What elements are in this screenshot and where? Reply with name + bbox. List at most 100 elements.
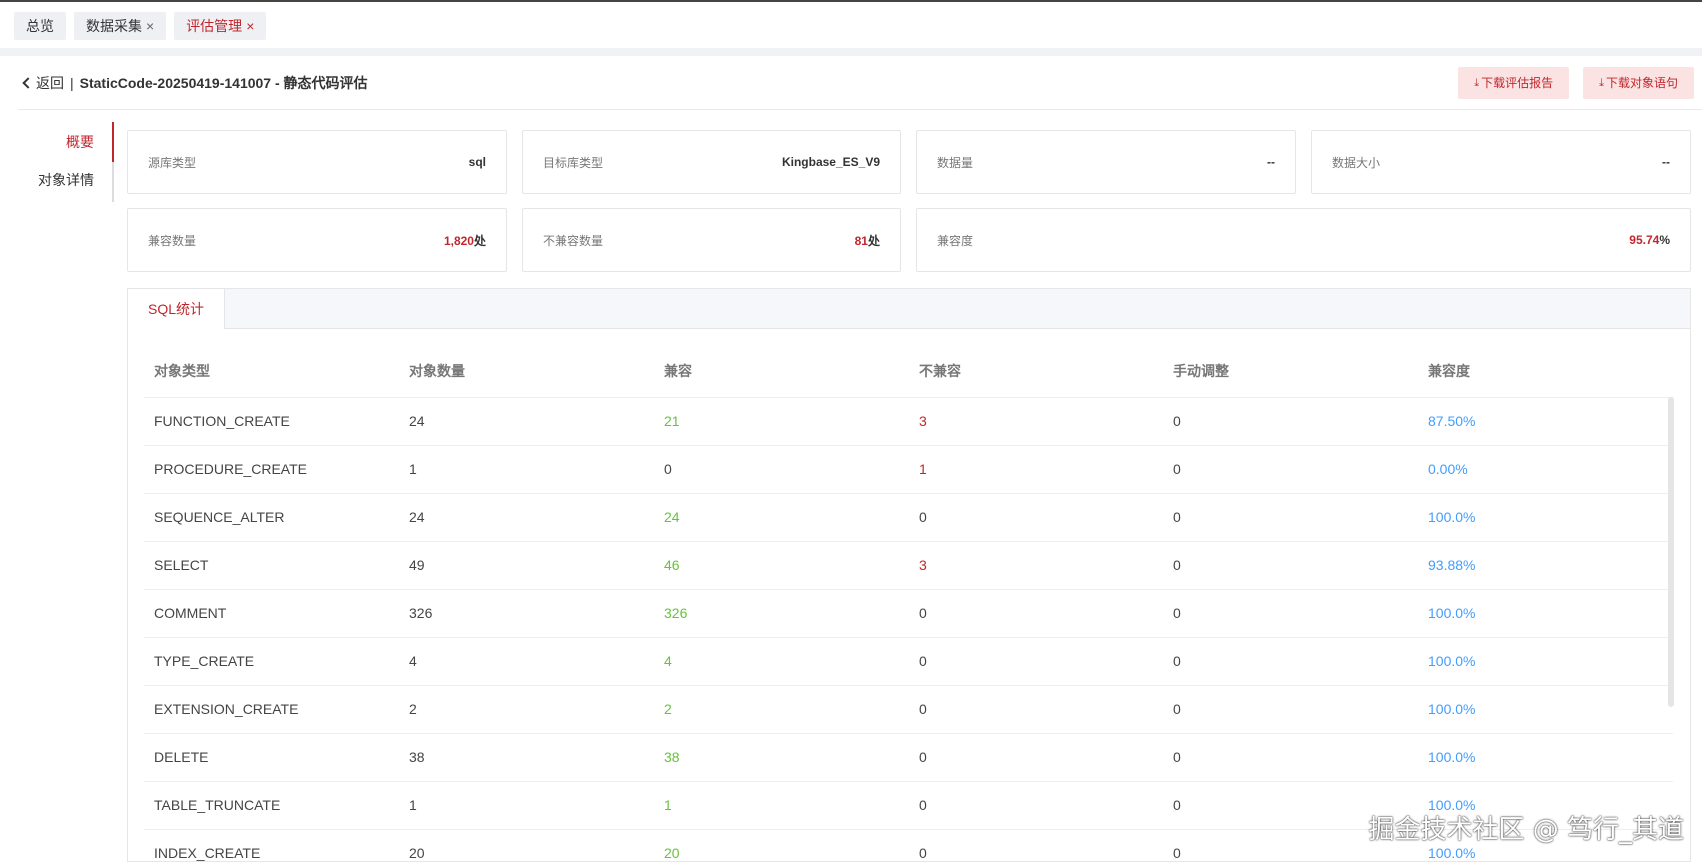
column-header-manual: 手动调整: [1163, 345, 1418, 398]
back-button[interactable]: 返回: [22, 73, 64, 93]
cell-count: 49: [399, 541, 654, 590]
top-tab-bar: 总览 数据采集 × 评估管理 ×: [0, 0, 1702, 48]
cell-rate: 93.88%: [1418, 541, 1673, 590]
card-value: --: [1267, 155, 1275, 169]
chevron-left-icon: [22, 77, 34, 89]
cell-incompatible: 3: [909, 541, 1163, 590]
header-actions: ⤓ 下载评估报告 ⤓ 下载对象语句: [1458, 67, 1694, 99]
table-row: SELECT 49 46 3 0 93.88%: [144, 541, 1673, 590]
download-icon: ⤓: [1599, 77, 1604, 89]
cell-incompatible: 0: [909, 733, 1163, 782]
card-label: 不兼容数量: [543, 233, 604, 248]
card-label: 目标库类型: [543, 155, 604, 170]
cell-incompatible: 0: [909, 493, 1163, 542]
nav-indicator-track: [112, 122, 114, 202]
table-row: SEQUENCE_ALTER 24 24 0 0 100.0%: [144, 493, 1673, 542]
cell-count: 2: [399, 685, 654, 734]
cell-rate: 87.50%: [1418, 397, 1673, 446]
cell-count: 4: [399, 637, 654, 686]
cell-count: 38: [399, 733, 654, 782]
cell-rate: 100.0%: [1418, 637, 1673, 686]
separator: |: [70, 74, 74, 91]
cell-compatible: 1: [654, 781, 909, 830]
cell-manual: 0: [1163, 685, 1418, 734]
table-row: FUNCTION_CREATE 24 21 3 0 87.50%: [144, 397, 1673, 446]
nav-item-summary[interactable]: 概要: [0, 132, 114, 152]
card-value: --: [1662, 155, 1670, 169]
cell-incompatible: 0: [909, 589, 1163, 638]
download-report-button[interactable]: ⤓ 下载评估报告: [1458, 67, 1570, 99]
card-label: 兼容度: [937, 233, 974, 248]
cell-rate: 0.00%: [1418, 445, 1673, 494]
table-row: TYPE_CREATE 4 4 0 0 100.0%: [144, 637, 1673, 686]
column-header-type: 对象类型: [144, 345, 399, 398]
card-label: 兼容数量: [148, 233, 197, 248]
panel-tab-bar: SQL统计: [128, 289, 1690, 329]
download-icon: ⤓: [1474, 77, 1480, 89]
card-label: 数据大小: [1332, 155, 1381, 170]
cell-type: FUNCTION_CREATE: [144, 397, 399, 446]
back-label: 返回: [36, 74, 64, 91]
table-scrollbar[interactable]: [1668, 397, 1674, 707]
cell-manual: 0: [1163, 493, 1418, 542]
close-icon[interactable]: ×: [146, 12, 154, 40]
cell-type: PROCEDURE_CREATE: [144, 445, 399, 494]
cell-type: TABLE_TRUNCATE: [144, 781, 399, 830]
cell-compatible: 24: [654, 493, 909, 542]
download-report-label: 下载评估报告: [1481, 76, 1554, 90]
table-row: PROCEDURE_CREATE 1 0 1 0 0.00%: [144, 445, 1673, 494]
cell-count: 20: [399, 829, 654, 861]
tab-overview[interactable]: 总览: [14, 12, 66, 40]
card-incompatible-count: 不兼容数量 81处: [522, 208, 901, 272]
cell-incompatible: 0: [909, 781, 1163, 830]
card-source-type: 源库类型 sql: [127, 130, 507, 194]
watermark: 掘金技术社区 @ 笃行_其道: [1368, 815, 1684, 845]
cell-count: 326: [399, 589, 654, 638]
cell-count: 24: [399, 397, 654, 446]
cell-count: 24: [399, 493, 654, 542]
card-target-type: 目标库类型 Kingbase_ES_V9: [522, 130, 901, 194]
cell-count: 1: [399, 781, 654, 830]
tab-data-collection[interactable]: 数据采集 ×: [74, 12, 167, 40]
tab-label: 总览: [26, 18, 54, 34]
nav-active-indicator: [112, 122, 114, 162]
tab-assessment[interactable]: 评估管理 ×: [174, 12, 267, 40]
card-number: 1,820: [443, 233, 474, 248]
column-header-compatible: 兼容: [654, 345, 909, 398]
cell-manual: 0: [1163, 541, 1418, 590]
cell-type: DELETE: [144, 733, 399, 782]
table-row: EXTENSION_CREATE 2 2 0 0 100.0%: [144, 685, 1673, 734]
tab-sql-stats[interactable]: SQL统计: [128, 289, 225, 329]
cell-type: SELECT: [144, 541, 399, 590]
column-header-incompatible: 不兼容: [909, 345, 1163, 398]
card-value: 81处: [855, 232, 880, 249]
card-data-count: 数据量 --: [916, 130, 1296, 194]
cell-compatible: 46: [654, 541, 909, 590]
card-compatible-count: 兼容数量 1,820处: [127, 208, 507, 272]
card-number: 95.74: [1629, 233, 1660, 247]
card-label: 源库类型: [148, 155, 197, 170]
close-icon[interactable]: ×: [246, 12, 254, 40]
cell-type: SEQUENCE_ALTER: [144, 493, 399, 542]
cell-incompatible: 0: [909, 829, 1163, 861]
card-label: 数据量: [937, 155, 974, 170]
page-tabs: 总览 数据采集 × 评估管理 ×: [14, 12, 267, 40]
cell-compatible: 326: [654, 589, 909, 638]
cell-type: COMMENT: [144, 589, 399, 638]
cell-manual: 0: [1163, 445, 1418, 494]
cell-incompatible: 0: [909, 637, 1163, 686]
card-value: 1,820处: [444, 232, 486, 249]
cell-rate: 100.0%: [1418, 685, 1673, 734]
card-unit: 处: [473, 233, 486, 248]
page-title: StaticCode-20250419-141007 - 静态代码评估: [79, 74, 368, 91]
cell-incompatible: 3: [909, 397, 1163, 446]
nav-item-object-details[interactable]: 对象详情: [0, 170, 114, 190]
card-data-size: 数据大小 --: [1311, 130, 1691, 194]
table-row: COMMENT 326 326 0 0 100.0%: [144, 589, 1673, 638]
cell-incompatible: 1: [909, 445, 1163, 494]
side-nav: 概要 对象详情: [0, 122, 114, 202]
table-header-row: 对象类型 对象数量 兼容 不兼容 手动调整 兼容度: [144, 345, 1673, 398]
card-compatibility-rate: 兼容度 95.74%: [916, 208, 1691, 272]
column-header-rate: 兼容度: [1418, 345, 1673, 398]
download-objects-button[interactable]: ⤓ 下载对象语句: [1583, 67, 1694, 99]
